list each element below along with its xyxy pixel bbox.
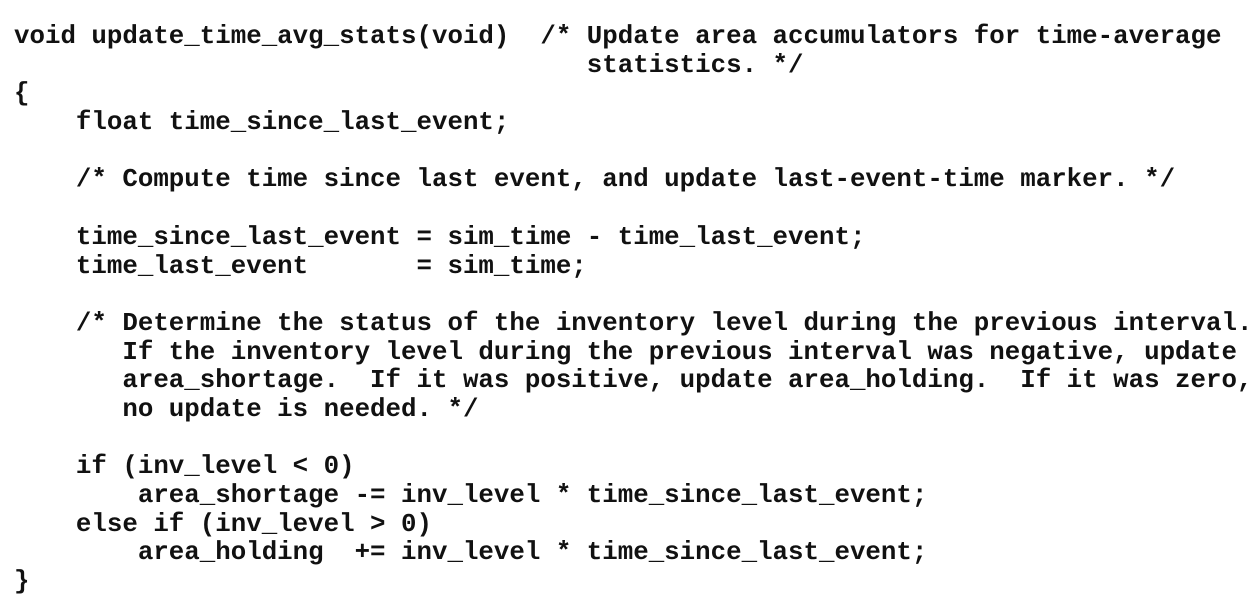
code-listing: void update_time_avg_stats(void) /* Upda… <box>14 22 1253 597</box>
code-line-assign-time-last: time_last_event = sim_time; <box>14 251 587 281</box>
code-line-else-if-positive: else if (inv_level > 0) <box>14 509 432 539</box>
code-line-area-shortage: area_shortage -= inv_level * time_since_… <box>14 481 928 510</box>
code-line-comment-determine-3: area_shortage. If it was positive, updat… <box>14 366 1253 396</box>
code-line-open-brace: { <box>14 79 30 109</box>
code-line-comment-determine-4: no update is needed. */ <box>14 394 479 424</box>
code-line-area-holding: area_holding += inv_level * time_since_l… <box>14 538 928 568</box>
code-line-comment-compute: /* Compute time since last event, and up… <box>14 165 1176 195</box>
code-line-declaration: float time_since_last_event; <box>14 108 510 138</box>
code-line-assign-time-since: time_since_last_event = sim_time - time_… <box>14 222 866 252</box>
code-line-if-negative: if (inv_level < 0) <box>14 452 355 482</box>
code-line-comment-continuation: statistics. */ <box>14 50 804 80</box>
code-line-function-signature: void update_time_avg_stats(void) /* Upda… <box>14 22 1222 51</box>
code-line-comment-determine-1: /* Determine the status of the inventory… <box>14 308 1253 338</box>
code-line-comment-determine-2: If the inventory level during the previo… <box>14 337 1237 367</box>
code-line-close-brace: } <box>14 567 30 597</box>
